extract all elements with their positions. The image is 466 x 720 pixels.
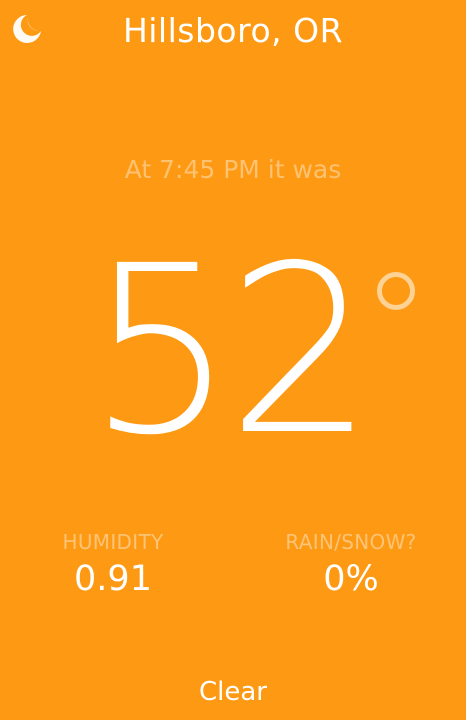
rain-snow-stat: RAIN/SNOW? 0% [251, 530, 451, 599]
humidity-stat: HUMIDITY 0.91 [13, 530, 213, 599]
observation-time: At 7:45 PM it was [124, 155, 342, 184]
humidity-value: 0.91 [74, 559, 152, 599]
degree-icon [377, 272, 415, 310]
city-title: Hillsboro, OR [122, 11, 344, 50]
weather-condition: Clear [199, 677, 267, 707]
app-header: Hillsboro, OR [0, 0, 466, 64]
rain-snow-label: RAIN/SNOW? [285, 530, 417, 554]
rain-snow-value: 0% [323, 559, 379, 599]
humidity-label: HUMIDITY [62, 530, 164, 554]
temperature-value: 52 [87, 216, 374, 486]
temperature-display: 52 [0, 216, 466, 486]
